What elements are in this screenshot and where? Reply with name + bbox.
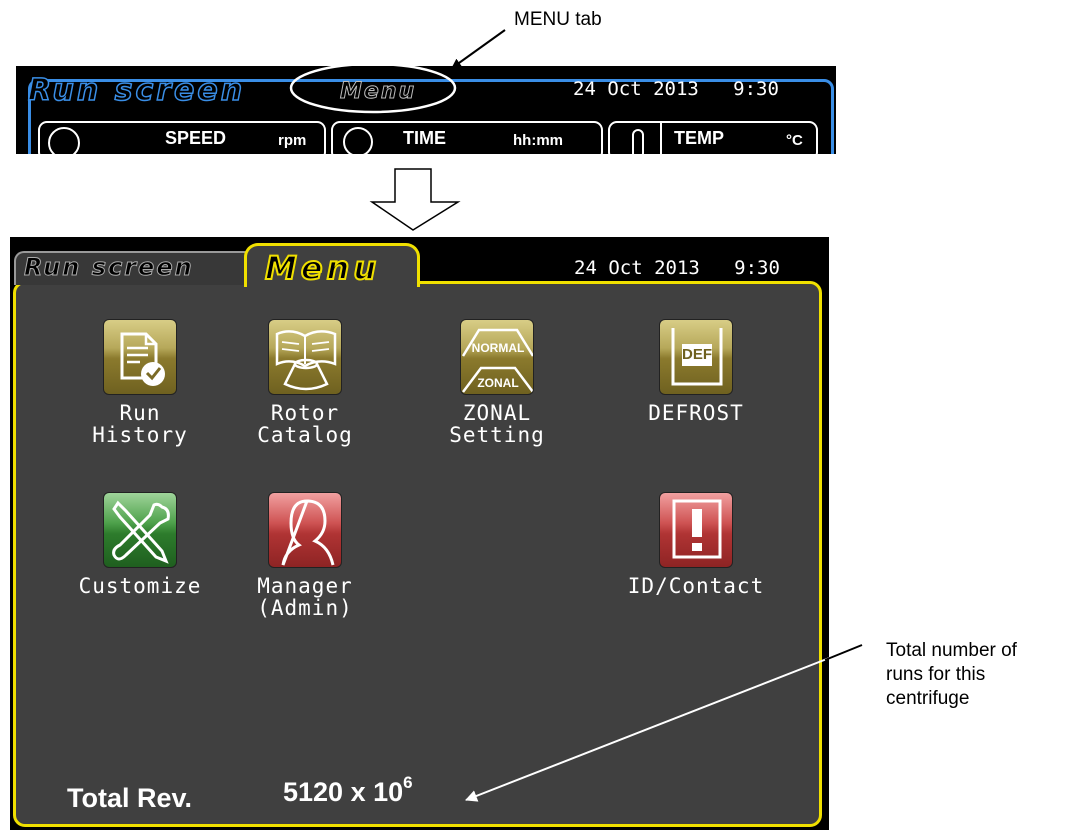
- total-runs-callout: Total number of runs for this centrifuge: [886, 639, 1017, 711]
- zonal-icon-normal: NORMAL: [471, 341, 525, 355]
- speed-unit: rpm: [278, 132, 307, 149]
- run-history-label: Run History: [92, 401, 188, 447]
- total-rev-mantissa: 5120 x 10: [283, 777, 404, 807]
- defrost-icon: DEF: [659, 319, 733, 395]
- total-rev-label: Total Rev.: [67, 783, 193, 813]
- rotation-icon: [48, 127, 80, 154]
- tab-menu-active[interactable]: Menu: [244, 243, 420, 288]
- temp-unit: °C: [786, 132, 803, 149]
- id-contact-button[interactable]: ID/Contact: [611, 492, 781, 597]
- menu-datetime: 24 Oct 2013 9:30: [574, 257, 780, 279]
- manager-icon: [268, 492, 342, 568]
- tab-run-screen[interactable]: Run screen: [27, 72, 245, 109]
- defrost-icon-text: DEF: [682, 346, 712, 363]
- time-unit: hh:mm: [513, 132, 563, 149]
- run-screen-crop: Run screen Menu 24 Oct 2013 9:30 SPEED r…: [16, 66, 836, 154]
- id-contact-label: ID/Contact: [627, 574, 765, 598]
- speed-readout: SPEED rpm: [38, 121, 326, 154]
- customize-button[interactable]: Customize: [55, 492, 225, 597]
- rotor-catalog-icon: [268, 319, 342, 395]
- zonal-setting-label: ZONAL Setting: [449, 401, 545, 447]
- rotor-catalog-label: Rotor Catalog: [257, 401, 353, 447]
- speed-label: SPEED: [165, 128, 227, 148]
- customize-icon: [103, 492, 177, 568]
- total-runs-callout-line-2: runs for this: [886, 664, 986, 685]
- time-label: TIME: [403, 128, 446, 148]
- menu-tab-leader: [451, 29, 506, 69]
- id-contact-icon: [659, 492, 733, 568]
- thermometer-icon: [632, 129, 644, 154]
- total-runs-leader-outer: [824, 644, 863, 661]
- tab-run-screen-label: Run screen: [24, 253, 194, 282]
- zonal-icon-zonal: ZONAL: [477, 376, 519, 390]
- tab-menu[interactable]: Menu: [339, 79, 416, 105]
- zonal-setting-button[interactable]: NORMAL ZONAL ZONAL Setting: [412, 319, 582, 446]
- defrost-label: DEFROST: [648, 401, 744, 425]
- defrost-button[interactable]: DEF DEFROST: [611, 319, 781, 424]
- total-runs-callout-line-1: Total number of: [886, 640, 1017, 661]
- total-rev-value: 5120 x 106: [283, 773, 413, 808]
- manager-admin-button[interactable]: Manager (Admin): [220, 492, 390, 619]
- total-runs-callout-line-3: centrifuge: [886, 688, 970, 709]
- temp-divider: [660, 123, 662, 154]
- run-history-icon: [103, 319, 177, 395]
- total-rev-exponent: 6: [403, 773, 413, 792]
- down-arrow-icon: [369, 168, 461, 231]
- zonal-setting-icon: NORMAL ZONAL: [460, 319, 534, 395]
- temp-readout: TEMP °C: [608, 121, 818, 154]
- manager-admin-label: Manager (Admin): [257, 574, 353, 620]
- run-history-button[interactable]: Run History: [55, 319, 225, 446]
- menu-screen: Run screen Menu 24 Oct 2013 9:30 Run His…: [10, 237, 829, 830]
- clock-icon: [343, 127, 373, 154]
- menu-tab-callout: MENU tab: [514, 9, 602, 30]
- run-datetime: 24 Oct 2013 9:30: [573, 78, 779, 100]
- customize-label: Customize: [78, 574, 202, 598]
- temp-label: TEMP: [674, 128, 725, 148]
- tab-run-screen[interactable]: Run screen: [14, 251, 254, 285]
- rotor-catalog-button[interactable]: Rotor Catalog: [220, 319, 390, 446]
- tab-menu-label: Menu: [264, 248, 381, 288]
- time-readout: TIME hh:mm: [331, 121, 603, 154]
